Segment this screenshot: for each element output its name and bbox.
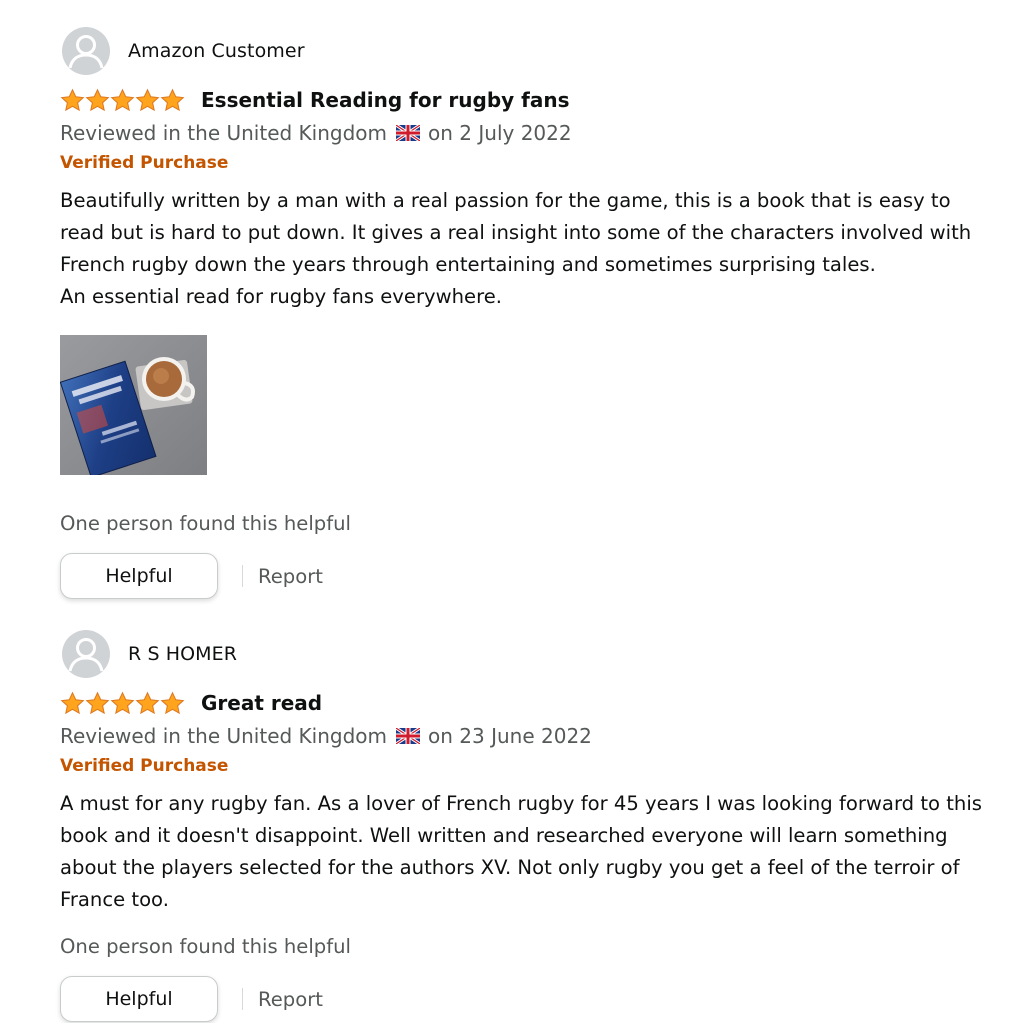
review-card: Amazon Customer Essential Reading for ru… xyxy=(60,26,1000,601)
review-location: Reviewed in the United Kingdom xyxy=(60,121,388,145)
star-rating[interactable] xyxy=(60,691,185,716)
review-paragraph: Beautifully written by a man with a real… xyxy=(60,189,972,276)
reviewer-name: R S HOMER xyxy=(128,643,238,665)
star-icon xyxy=(60,88,85,111)
review-actions: Helpful Report xyxy=(60,551,1000,601)
review-title[interactable]: Essential Reading for rugby fans xyxy=(201,88,570,112)
reviewer-profile[interactable]: R S HOMER xyxy=(60,629,1000,679)
review-date: on 2 July 2022 xyxy=(428,121,572,145)
book-and-coffee-photo xyxy=(60,335,207,475)
review-body: A must for any rugby fan. As a lover of … xyxy=(60,788,1000,916)
helpful-count: One person found this helpful xyxy=(60,935,351,958)
reviewer-profile[interactable]: Amazon Customer xyxy=(60,26,1000,76)
verified-purchase-badge[interactable]: Verified Purchase xyxy=(60,150,1000,176)
review-paragraph: An essential read for rugby fans everywh… xyxy=(60,285,503,308)
divider xyxy=(242,988,243,1010)
review-image[interactable] xyxy=(60,335,207,475)
divider xyxy=(242,565,243,587)
review-date: on 23 June 2022 xyxy=(428,724,592,748)
report-link[interactable]: Report xyxy=(258,988,323,1011)
verified-purchase-badge[interactable]: Verified Purchase xyxy=(60,753,1000,779)
review-location: Reviewed in the United Kingdom xyxy=(60,724,388,748)
review-meta: Reviewed in the United Kingdom on 23 Jun… xyxy=(60,721,1000,751)
star-icon xyxy=(110,691,135,714)
helpful-button[interactable]: Helpful xyxy=(60,553,218,599)
uk-flag-icon xyxy=(396,125,421,141)
report-link[interactable]: Report xyxy=(258,565,323,588)
review-meta: Reviewed in the United Kingdom on 2 July… xyxy=(60,118,1000,148)
user-silhouette-icon xyxy=(63,631,109,677)
review-title[interactable]: Great read xyxy=(201,691,322,715)
helpful-count: One person found this helpful xyxy=(60,512,351,535)
review-paragraph: A must for any rugby fan. As a lover of … xyxy=(60,792,982,911)
star-icon xyxy=(110,88,135,111)
review-card: R S HOMER Great read Reviewed in the Uni… xyxy=(60,629,1000,1023)
star-icon xyxy=(160,691,185,714)
star-icon xyxy=(135,88,160,111)
review-actions: Helpful Report xyxy=(60,974,1000,1023)
star-rating[interactable] xyxy=(60,88,185,113)
avatar xyxy=(62,630,110,678)
star-icon xyxy=(135,691,160,714)
star-icon xyxy=(85,88,110,111)
avatar xyxy=(62,27,110,75)
uk-flag-icon xyxy=(396,728,421,744)
user-silhouette-icon xyxy=(63,28,109,74)
star-icon xyxy=(60,691,85,714)
reviewer-name: Amazon Customer xyxy=(128,40,305,62)
star-icon xyxy=(160,88,185,111)
review-body: Beautifully written by a man with a real… xyxy=(60,185,1000,313)
star-icon xyxy=(85,691,110,714)
helpful-button[interactable]: Helpful xyxy=(60,976,218,1022)
